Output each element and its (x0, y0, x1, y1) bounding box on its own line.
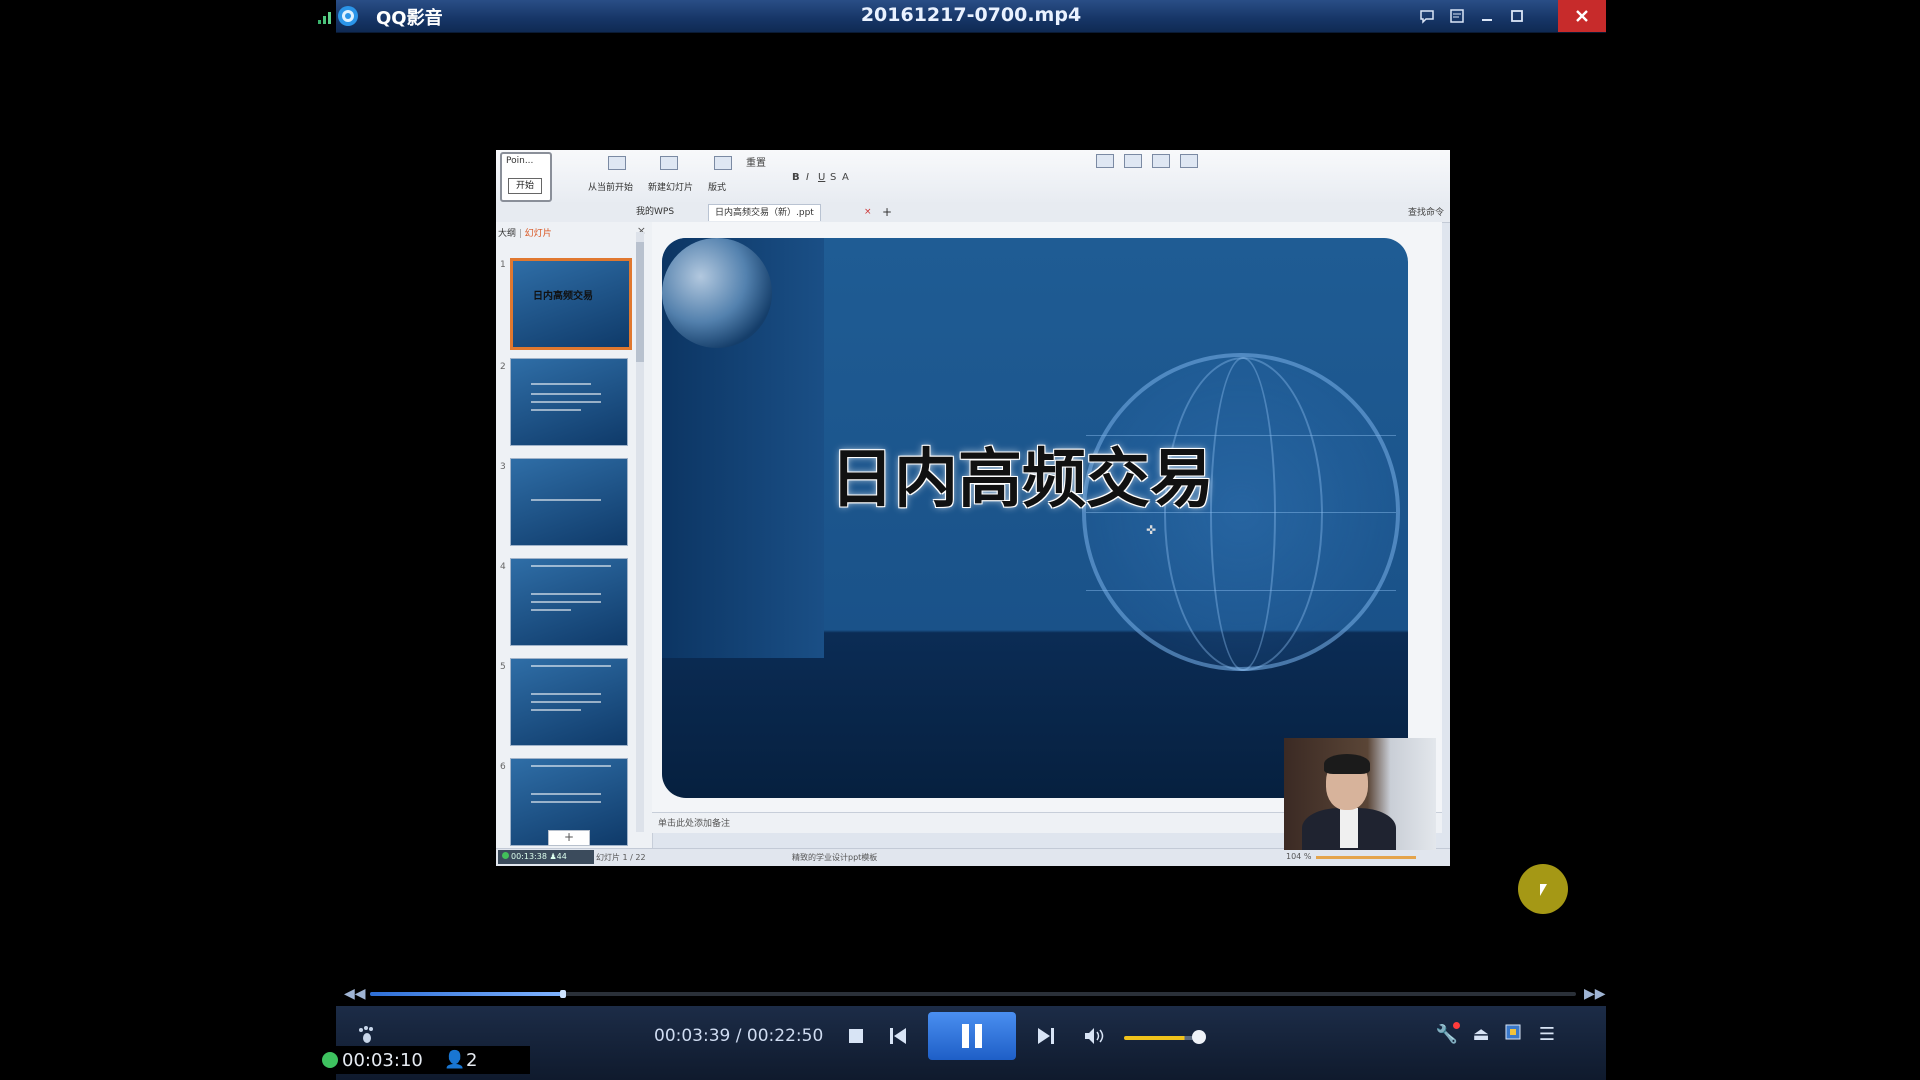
zoom-level[interactable]: 104 % (1286, 852, 1311, 861)
recording-status: 00:13:38 ♟44 (498, 850, 594, 864)
new-slide-icon[interactable] (660, 156, 678, 170)
recording-time: 00:13:38 (511, 852, 547, 861)
viewer-icon: 👤 (444, 1050, 466, 1070)
slide-thumbnail-title: 日内高频交易 (533, 291, 593, 302)
webcam-overlay (1284, 738, 1436, 850)
pause-icon (962, 1024, 969, 1048)
close-icon[interactable] (1558, 0, 1606, 32)
time-display: 00:03:39 / 00:22:50 (654, 1026, 824, 1046)
viewer-count: 2 (466, 1050, 478, 1071)
stop-icon[interactable] (840, 1018, 872, 1054)
slide-thumbnail[interactable] (510, 458, 628, 546)
seek-progress (370, 992, 563, 996)
thumb-scrollbar-thumb[interactable] (636, 242, 644, 362)
qq-player-window: QQ影音 20161217-0700.mp4 Poin... 开始 从当前开始 (318, 0, 1606, 1080)
page-indicator: 幻灯片 1 / 22 (596, 853, 646, 862)
mouse-pointer-icon (1540, 884, 1547, 896)
previous-icon[interactable] (882, 1018, 914, 1054)
volume-icon[interactable] (1078, 1018, 1110, 1054)
template-name: 精致的学业设计ppt模板 (792, 853, 878, 862)
add-slide-button[interactable]: + (548, 830, 590, 846)
slide-number: 5 (500, 662, 506, 672)
globe-image (662, 238, 772, 348)
tab-slides[interactable]: 幻灯片 (525, 229, 552, 239)
eject-icon[interactable]: ⏏ (1467, 1024, 1495, 1048)
wps-ribbon: Poin... 开始 从当前开始 新建幻灯片 版式 重置 B I U S A (496, 150, 1450, 203)
thumb-pane-tabs: 大纲 | 幻灯片 (498, 229, 552, 239)
slide-number: 3 (500, 462, 506, 472)
current-slide[interactable]: 日内高频交易 ✜ (662, 238, 1408, 798)
chart-icon[interactable] (1124, 154, 1142, 168)
volume-slider[interactable] (1124, 1036, 1198, 1040)
presenter-hair (1324, 754, 1370, 774)
thumb-scrollbar[interactable] (636, 232, 644, 832)
title-bar[interactable]: QQ影音 20161217-0700.mp4 (318, 0, 1606, 33)
zoom-slider[interactable] (1316, 856, 1416, 859)
total-time: 00:22:50 (746, 1026, 824, 1046)
document-tabs: 我的WPS 日内高频交易（新）.ppt × + 查找命令 (496, 202, 1450, 223)
slide-thumbnail[interactable] (510, 358, 628, 446)
volume-handle[interactable] (1192, 1030, 1206, 1044)
slide-number: 6 (500, 762, 506, 772)
font-color-icon[interactable]: A (842, 172, 849, 183)
italic-icon[interactable]: I (806, 172, 809, 183)
screen-mode-icon[interactable] (1499, 1024, 1527, 1048)
next-icon[interactable] (1030, 1018, 1062, 1054)
notes-placeholder[interactable]: 单击此处添加备注 (658, 816, 730, 829)
pause-button[interactable] (928, 1012, 1016, 1060)
tab-my-wps[interactable]: 我的WPS (630, 204, 680, 220)
presenter-shirt (1340, 808, 1358, 848)
live-elapsed-time: 00:03:10 (342, 1050, 423, 1071)
zoom-icon[interactable] (1180, 154, 1198, 168)
seek-bar[interactable] (370, 990, 1576, 998)
new-tab-icon[interactable]: + (876, 204, 898, 220)
recording-users: 44 (556, 852, 567, 861)
wps-app-label: Poin... (506, 156, 534, 166)
wps-start-button[interactable]: 开始 (508, 178, 542, 194)
video-frame[interactable]: Poin... 开始 从当前开始 新建幻灯片 版式 重置 B I U S A 我… (496, 150, 1450, 866)
slide-number: 1 (500, 260, 506, 270)
find-command[interactable]: 查找命令 (1408, 205, 1444, 218)
underline-icon[interactable]: U (818, 172, 825, 183)
from-current-button[interactable]: 从当前开始 (588, 180, 633, 193)
slide-canvas: 日内高频交易 ✜ (652, 222, 1442, 812)
wps-start-popup[interactable]: Poin... 开始 (500, 152, 552, 202)
current-time: 00:03:39 (654, 1026, 731, 1046)
strikethrough-icon[interactable]: S (830, 172, 836, 183)
shape-icon[interactable] (1096, 154, 1114, 168)
new-slide-button[interactable]: 新建幻灯片 (648, 180, 693, 193)
live-dot-icon (322, 1052, 338, 1068)
tools-icon[interactable]: 🔧 (1433, 1022, 1461, 1048)
slideshow-icon[interactable] (608, 156, 626, 170)
playlist-icon[interactable] (1440, 0, 1474, 32)
slide-thumbnail[interactable] (510, 558, 628, 646)
notification-dot (1453, 1022, 1460, 1029)
slide-thumbnail[interactable]: 日内高频交易 (510, 258, 632, 350)
slide-title[interactable]: 日内高频交易 (830, 428, 1214, 520)
tab-outline[interactable]: 大纲 (498, 229, 516, 239)
mouse-cursor-icon: ✜ (1146, 523, 1157, 537)
layout-button[interactable]: 版式 (708, 180, 726, 193)
export-icon[interactable] (1152, 154, 1170, 168)
maximize-icon[interactable] (1500, 0, 1534, 32)
bold-icon[interactable]: B (792, 172, 800, 183)
minimize-icon[interactable] (1470, 0, 1504, 32)
chat-icon[interactable] (1410, 0, 1444, 32)
user-icon: ♟ (549, 852, 557, 861)
layout-icon[interactable] (714, 156, 732, 170)
seek-back-icon[interactable]: ◀◀ (344, 986, 366, 1002)
slide-thumbnail[interactable] (510, 658, 628, 746)
seek-forward-icon[interactable]: ▶▶ (1584, 986, 1606, 1002)
recording-dot-icon (502, 852, 509, 859)
tab-close-icon[interactable]: × (858, 204, 878, 220)
playlist-menu-icon[interactable]: ☰ (1533, 1024, 1561, 1048)
tab-document[interactable]: 日内高频交易（新）.ppt (708, 204, 821, 221)
live-status-overlay: 00:03:10 👤 2 (318, 1046, 530, 1074)
slide-number: 4 (500, 562, 506, 572)
slide-thumbnail-pane: 大纲 | 幻灯片 × 1 日内高频交易 2 3 4 5 6 + (496, 222, 653, 848)
slide-number: 2 (500, 362, 506, 372)
seek-handle[interactable] (559, 990, 566, 998)
wps-status-bar: 00:13:38 ♟44 幻灯片 1 / 22 精致的学业设计ppt模板 104… (496, 848, 1450, 866)
reset-button[interactable]: 重置 (746, 154, 766, 169)
